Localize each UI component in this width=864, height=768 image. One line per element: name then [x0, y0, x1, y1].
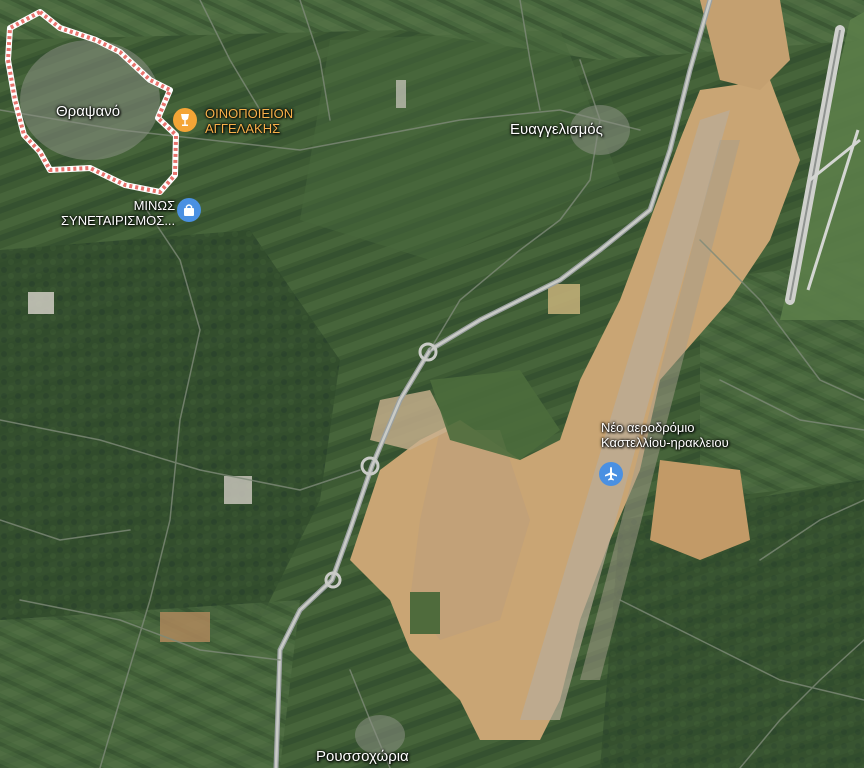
airplane-icon: [605, 467, 617, 481]
shopping-bag-icon: [184, 204, 194, 216]
map-view[interactable]: Θραψανό Ευαγγελισμός Ρουσσοχώρια ΟΙΝΟΠΟΙ…: [0, 0, 864, 768]
place-label-roussochoria[interactable]: Ρουσσοχώρια: [316, 748, 409, 765]
winery-marker[interactable]: [173, 108, 197, 132]
satellite-imagery: [0, 0, 864, 768]
winery-label[interactable]: ΟΙΝΟΠΟΙΕΙΟΝ ΑΓΓΕΛΑΚΗΣ: [205, 106, 293, 136]
cooperative-marker[interactable]: [177, 198, 201, 222]
airport-label-line2: Καστελλίου-ηρακλειου: [601, 435, 729, 450]
cooperative-label-line1: ΜΙΝΩΣ: [133, 198, 176, 213]
cooperative-label-line2: ΣΥΝΕΤΑΙΡΙΣΜΟΣ...: [61, 213, 176, 228]
winery-label-line1: ΟΙΝΟΠΟΙΕΙΟΝ: [205, 106, 294, 121]
winery-label-line2: ΑΓΓΕΛΑΚΗΣ: [205, 121, 281, 136]
airport-label-line1: Νέο αεροδρόμιο: [601, 420, 695, 435]
airport-label[interactable]: Νέο αεροδρόμιο Καστελλίου-ηρακλειου: [601, 420, 729, 450]
wine-glass-icon: [181, 114, 189, 126]
place-label-evangelismos[interactable]: Ευαγγελισμός: [510, 121, 603, 138]
airport-marker[interactable]: [599, 462, 623, 486]
cooperative-label[interactable]: ΜΙΝΩΣ ΣΥΝΕΤΑΙΡΙΣΜΟΣ...: [61, 198, 175, 228]
place-label-thrapsano[interactable]: Θραψανό: [56, 103, 120, 120]
